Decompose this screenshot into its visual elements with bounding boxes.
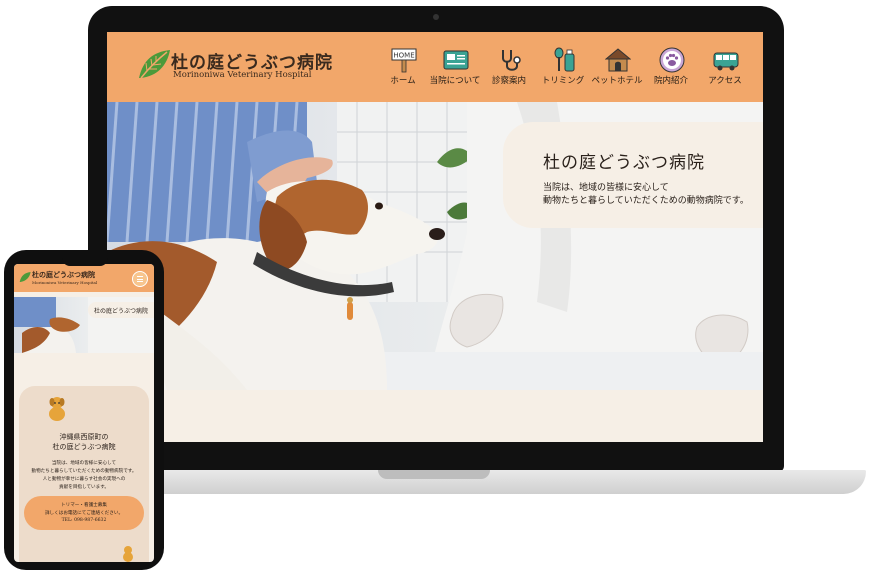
hospital-board-icon — [443, 50, 469, 70]
mobile-site-subtitle: Morinoniwa Veterinary Hospital — [32, 280, 98, 285]
mobile-body-line: 動物たちと暮らしていただくための動物病院です。 — [31, 469, 137, 474]
nav-tour[interactable]: 院内紹介 — [643, 44, 699, 96]
hero-card — [503, 122, 763, 228]
mobile-intro-card — [19, 386, 149, 562]
home-sign-icon: HOME — [391, 48, 417, 73]
svg-text:HOME: HOME — [393, 52, 414, 60]
recruit-line: トリマー・看護士募集 — [61, 503, 107, 508]
recruit-phone: TEL: 098-987-6632 — [61, 518, 107, 523]
mobile-body-line: 当院は、地域の皆様に安心して — [51, 461, 117, 466]
recruit-banner[interactable]: トリマー・看護士募集 詳しくはお電話にてご連絡ください。 TEL: 098-98… — [24, 496, 144, 530]
mobile-site-title[interactable]: 杜の庭どうぶつ病院 — [32, 270, 95, 280]
hero-text-line1: 当院は、地域の皆様に安心して — [543, 183, 669, 193]
desktop-site: 杜の庭どうぶつ病院 Morinoniwa Veterinary Hospital… — [107, 32, 763, 442]
dog-house-icon — [605, 48, 631, 72]
site-subtitle: Morinoniwa Veterinary Hospital — [173, 70, 312, 80]
laptop-notch — [378, 470, 490, 479]
nav-trimming[interactable]: トリミング — [535, 44, 591, 96]
recruit-line: 詳しくはお電話にてご連絡ください。 — [44, 511, 124, 516]
leaf-logo-icon[interactable] — [137, 48, 171, 80]
mobile-body-line: 貢献を目指しています。 — [59, 485, 109, 490]
hero-text-line2: 動物たちと暮らしていただくための動物病院です。 — [543, 196, 749, 206]
laptop-camera — [433, 14, 439, 20]
paw-icon — [659, 47, 685, 73]
mobile-heading-line2: 杜の庭どうぶつ病院 — [52, 443, 116, 451]
mobile-hero-image: 杜の庭どうぶつ病院 — [14, 297, 154, 353]
mobile-header: 杜の庭どうぶつ病院 Morinoniwa Veterinary Hospital — [14, 264, 154, 292]
nav-access[interactable]: アクセス — [697, 44, 753, 96]
hamburger-menu-icon[interactable] — [132, 271, 148, 287]
nav-pet-hotel[interactable]: ペットホテル — [589, 44, 645, 96]
phone-notch — [62, 256, 108, 266]
grooming-icon — [554, 47, 575, 72]
nav-home[interactable]: HOME ホーム — [375, 44, 431, 96]
dog-illustration-small-icon — [123, 546, 133, 562]
mobile-site: 杜の庭どうぶつ病院 Morinoniwa Veterinary Hospital… — [14, 264, 154, 562]
bus-icon — [713, 52, 739, 71]
mobile-hero-title: 杜の庭どうぶつ病院 — [94, 308, 149, 315]
site-header: 杜の庭どうぶつ病院 Morinoniwa Veterinary Hospital… — [107, 32, 763, 102]
nav-services[interactable]: 診察案内 — [481, 44, 537, 96]
leaf-logo-icon[interactable] — [19, 271, 31, 283]
hero-image: 杜の庭どうぶつ病院 当院は、地域の皆様に安心して 動物たちと暮らしていただくため… — [107, 102, 763, 390]
main-nav: HOME ホーム 当院について 診察案内 トリミング ペットホテル 院内紹介 ア… — [375, 44, 753, 96]
hero-title: 杜の庭どうぶつ病院 — [543, 153, 705, 173]
nav-about[interactable]: 当院について — [427, 44, 483, 96]
mobile-heading-line1: 沖縄県西原町の — [59, 433, 109, 441]
mobile-body-line: 人と動物が幸せに暮らす社会の実現への — [42, 477, 126, 482]
stethoscope-icon — [502, 50, 521, 71]
dog-illustration-icon — [49, 397, 65, 421]
